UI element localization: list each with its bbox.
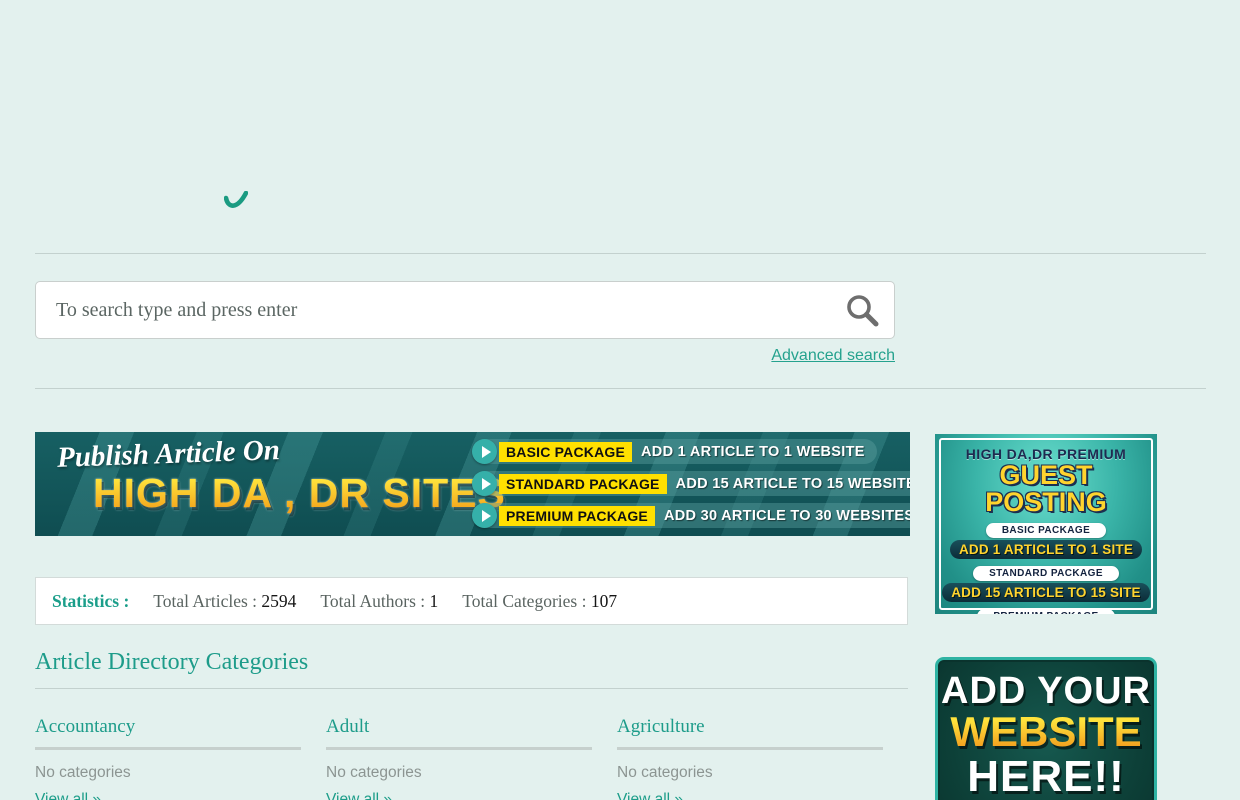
- category-title-link[interactable]: Accountancy: [35, 716, 301, 738]
- search-section-divider: [35, 388, 1206, 389]
- categories-grid: Accountancy No categories View all » Adu…: [35, 716, 883, 800]
- logo-text-fragment: [224, 191, 248, 213]
- package-tag: BASIC PACKAGE: [499, 442, 632, 462]
- package-desc: ADD 1 ARTICLE TO 1 WEBSITE: [641, 444, 865, 460]
- category-underline: [326, 747, 592, 750]
- play-icon: [472, 439, 497, 464]
- categories-divider: [35, 688, 908, 689]
- category-column-adult: Adult No categories View all »: [326, 716, 592, 800]
- publish-article-banner-ad[interactable]: Publish Article On HIGH DA , DR SITES BA…: [35, 432, 910, 536]
- category-empty-text: No categories: [617, 764, 883, 782]
- category-column-accountancy: Accountancy No categories View all »: [35, 716, 301, 800]
- ad-title: GUEST POSTING: [935, 462, 1157, 516]
- ad-package-bar: ADD 1 ARTICLE TO 1 SITE: [950, 540, 1142, 559]
- ad-package-pill: STANDARD PACKAGE: [973, 566, 1119, 581]
- package-tag: PREMIUM PACKAGE: [499, 506, 655, 526]
- guest-posting-sidebar-ad[interactable]: HIGH DA,DR PREMIUM GUEST POSTING BASIC P…: [935, 434, 1157, 614]
- article-directory-page: Advanced search Publish Article On HIGH …: [0, 0, 1240, 800]
- banner-headline: HIGH DA , DR SITES: [93, 470, 506, 517]
- banner-package-row: PREMIUM PACKAGE ADD 30 ARTICLE TO 30 WEB…: [472, 503, 910, 528]
- category-empty-text: No categories: [326, 764, 592, 782]
- category-underline: [35, 747, 301, 750]
- category-title-link[interactable]: Adult: [326, 716, 592, 738]
- banner-package-row: BASIC PACKAGE ADD 1 ARTICLE TO 1 WEBSITE: [472, 439, 877, 464]
- header-divider: [35, 253, 1206, 254]
- category-empty-text: No categories: [35, 764, 301, 782]
- add-your-website-sidebar-ad[interactable]: ADD YOUR WEBSITE HERE!!: [935, 657, 1157, 800]
- category-title-link[interactable]: Agriculture: [617, 716, 883, 738]
- statistics-bar: Statistics : Total Articles : 2594 Total…: [35, 577, 908, 625]
- stat-value: 1: [430, 591, 439, 611]
- stat-value: 107: [591, 591, 617, 611]
- category-underline: [617, 747, 883, 750]
- ad-package-bar: ADD 15 ARTICLE TO 15 SITE: [942, 583, 1150, 602]
- ad-line: HERE!!: [938, 754, 1154, 800]
- package-desc: ADD 15 ARTICLE TO 15 WEBSITES: [676, 476, 910, 492]
- view-all-link[interactable]: View all »: [617, 791, 683, 800]
- view-all-link[interactable]: View all »: [35, 791, 101, 800]
- stat-label: Total Authors :: [320, 591, 425, 611]
- banner-package-rows: BASIC PACKAGE ADD 1 ARTICLE TO 1 WEBSITE…: [472, 439, 910, 535]
- categories-heading: Article Directory Categories: [35, 649, 308, 676]
- play-icon: [472, 471, 497, 496]
- ad-line: WEBSITE: [938, 710, 1154, 754]
- ad-line: ADD YOUR: [938, 672, 1154, 710]
- ad-package-pill: PREMIUM PACKAGE: [977, 609, 1114, 614]
- banner-script-line: Publish Article On: [56, 434, 280, 475]
- stat-total-categories: Total Categories : 107: [462, 591, 617, 612]
- stat-label: Total Articles :: [153, 591, 257, 611]
- stat-total-authors: Total Authors : 1: [320, 591, 438, 612]
- view-all-link[interactable]: View all »: [326, 791, 392, 800]
- search-icon: [844, 292, 880, 328]
- search-input[interactable]: [36, 282, 894, 338]
- play-icon: [472, 503, 497, 528]
- package-tag: STANDARD PACKAGE: [499, 474, 667, 494]
- ad-package-pill: BASIC PACKAGE: [986, 523, 1106, 538]
- statistics-label: Statistics :: [52, 591, 129, 612]
- search-button[interactable]: [842, 292, 882, 330]
- stat-total-articles: Total Articles : 2594: [153, 591, 296, 612]
- stat-label: Total Categories :: [462, 591, 586, 611]
- search-box: [35, 281, 895, 339]
- package-desc: ADD 30 ARTICLE TO 30 WEBSITES: [664, 508, 910, 524]
- banner-package-row: STANDARD PACKAGE ADD 15 ARTICLE TO 15 WE…: [472, 471, 910, 496]
- advanced-search-link[interactable]: Advanced search: [771, 347, 895, 365]
- stat-value: 2594: [261, 591, 296, 611]
- category-column-agriculture: Agriculture No categories View all »: [617, 716, 883, 800]
